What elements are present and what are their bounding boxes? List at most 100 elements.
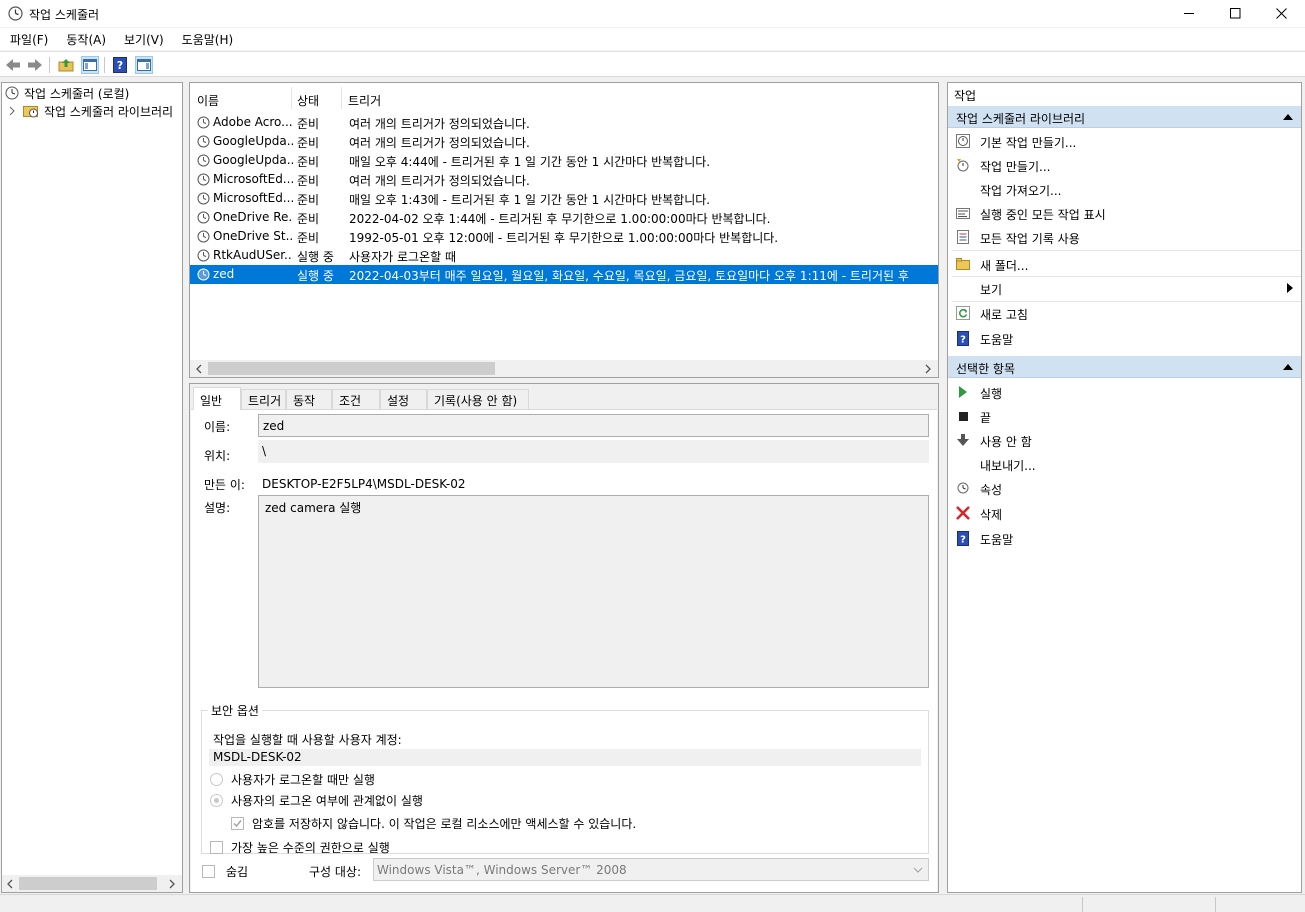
action-label: 작업 가져오기... <box>980 184 1062 198</box>
svg-text:?: ? <box>117 59 123 72</box>
forward-button[interactable] <box>26 56 44 74</box>
column-header-name[interactable]: 이름 <box>197 92 219 109</box>
action-end[interactable]: 끝 <box>948 404 1301 428</box>
task-row[interactable]: MicrosoftEd... 준비 매일 오후 1:43에 - 트리거된 후 1 일… <box>190 189 938 208</box>
configure-for-select[interactable]: Windows Vista™, Windows Server™ 2008 <box>373 858 929 881</box>
action-refresh[interactable]: 새로 고침 <box>948 301 1301 325</box>
chevron-right-icon[interactable] <box>8 106 16 116</box>
action-display-running-tasks[interactable]: 실행 중인 모든 작업 표시 <box>948 201 1301 225</box>
up-one-level-button[interactable] <box>57 56 75 74</box>
checkbox-no-password[interactable] <box>231 817 244 830</box>
menu-action[interactable]: 동작(A) <box>58 31 114 48</box>
task-row[interactable]: Adobe Acro... 준비 여러 개의 트리거가 정의되었습니다. <box>190 113 938 132</box>
menu-help[interactable]: 도움말(H) <box>174 31 242 48</box>
checkbox-no-password-label[interactable]: 암호를 저장하지 않습니다. 이 작업은 로컬 리소스에만 액세스할 수 있습니… <box>252 815 636 832</box>
help-icon: ? <box>956 530 970 546</box>
collapse-arrow-icon[interactable] <box>1283 364 1293 370</box>
disable-icon <box>956 433 970 447</box>
task-trigger-cell: 여러 개의 트리거가 정의되었습니다. <box>349 136 530 150</box>
action-label: 사용 안 함 <box>980 435 1032 449</box>
action-label: 끝 <box>980 411 992 425</box>
column-header-trigger[interactable]: 트리거 <box>348 92 381 109</box>
task-list-horizontal-scrollbar[interactable] <box>190 360 938 377</box>
task-trigger-cell: 사용자가 로그온할 때 <box>349 250 456 264</box>
action-import-task[interactable]: 작업 가져오기... <box>948 177 1301 201</box>
task-clock-icon <box>197 249 210 262</box>
action-create-basic-task[interactable]: 기본 작업 만들기... <box>948 129 1301 153</box>
action-properties[interactable]: 속성 <box>948 476 1301 500</box>
detail-tabs: 일반 트리거 동작 조건 설정 기록(사용 안 함) <box>190 387 938 410</box>
task-row[interactable]: GoogleUpda... 준비 여러 개의 트리거가 정의되었습니다. <box>190 132 938 151</box>
task-row[interactable]: MicrosoftEd... 준비 여러 개의 트리거가 정의되었습니다. <box>190 170 938 189</box>
action-group-selected-item[interactable]: 선택한 항목 <box>948 356 1301 378</box>
action-separator <box>952 250 1301 251</box>
task-clock-icon <box>197 211 210 224</box>
minimize-icon <box>1183 13 1194 14</box>
task-row[interactable]: OneDrive Re... 준비 2022-04-02 오후 1:44에 - 트리… <box>190 208 938 227</box>
security-options-group: 보안 옵션 작업을 실행할 때 사용할 사용자 계정: MSDL-DESK-02… <box>201 702 929 856</box>
checkbox-highest-privileges-label[interactable]: 가장 높은 수준의 권한으로 실행 <box>231 839 390 856</box>
task-row[interactable]: RtkAudUSer... 실행 중 사용자가 로그온할 때 <box>190 246 938 265</box>
menu-view[interactable]: 보기(V) <box>116 31 172 48</box>
tab-general[interactable]: 일반 <box>193 387 241 410</box>
radio-whether-logged[interactable] <box>210 794 223 807</box>
task-row[interactable]: GoogleUpda... 준비 매일 오후 4:44에 - 트리거된 후 1 일 … <box>190 151 938 170</box>
radio-whether-logged-label[interactable]: 사용자의 로그온 여부에 관계없이 실행 <box>231 792 423 809</box>
radio-logon-only-label[interactable]: 사용자가 로그온할 때만 실행 <box>231 771 375 788</box>
checkbox-highest-privileges[interactable] <box>210 841 223 854</box>
name-field[interactable]: zed <box>258 414 929 437</box>
task-row[interactable]: zed 실행 중 2022-04-03부터 매주 일요일, 월요일, 화요일, 수요… <box>190 265 938 284</box>
action-export[interactable]: 내보내기... <box>948 452 1301 476</box>
action-group-library[interactable]: 작업 스케줄러 라이브러리 <box>948 106 1301 128</box>
maximize-button[interactable] <box>1212 0 1258 27</box>
scroll-right-icon[interactable] <box>168 879 176 889</box>
help-button[interactable]: ? <box>111 56 129 74</box>
minimize-button[interactable] <box>1166 0 1212 27</box>
menu-bar: 파일(F) 동작(A) 보기(V) 도움말(H) <box>0 28 1305 50</box>
toolbar-separator <box>104 57 105 73</box>
show-hide-action-pane-button[interactable] <box>135 56 153 74</box>
action-enable-all-history[interactable]: 모든 작업 기록 사용 <box>948 225 1301 249</box>
tree-horizontal-scrollbar[interactable] <box>2 875 182 892</box>
action-delete[interactable]: 삭제 <box>948 501 1301 525</box>
checkbox-hidden[interactable] <box>202 865 215 878</box>
back-button[interactable] <box>4 56 22 74</box>
tree-scroll-thumb[interactable] <box>19 877 157 890</box>
actions-pane-title: 작업 <box>954 89 977 103</box>
tab-history[interactable]: 기록(사용 안 함) <box>427 389 529 409</box>
scroll-left-icon[interactable] <box>195 364 203 374</box>
tree-node-library[interactable]: 작업 스케줄러 라이브러리 <box>8 102 173 120</box>
show-hide-console-tree-button[interactable] <box>81 56 99 74</box>
checkbox-hidden-label[interactable]: 숨김 <box>226 863 248 880</box>
action-run[interactable]: 실행 <box>948 380 1301 404</box>
menu-file[interactable]: 파일(F) <box>2 31 56 48</box>
task-clock-icon <box>197 116 210 129</box>
action-help-library[interactable]: ? 도움말 <box>948 326 1301 350</box>
tab-triggers[interactable]: 트리거 <box>241 389 286 409</box>
task-list-scroll-thumb[interactable] <box>208 362 495 375</box>
collapse-arrow-icon[interactable] <box>1283 114 1293 120</box>
submenu-arrow-icon <box>1287 283 1293 293</box>
tab-settings[interactable]: 설정 <box>380 389 427 409</box>
close-button[interactable] <box>1258 0 1304 27</box>
action-view[interactable]: 보기 <box>948 276 1301 300</box>
author-value: DESKTOP-E2F5LP4\MSDL-DESK-02 <box>262 477 466 491</box>
column-header-status[interactable]: 상태 <box>297 92 319 109</box>
action-disable[interactable]: 사용 안 함 <box>948 428 1301 452</box>
action-new-folder[interactable]: 새 폴더... <box>948 252 1301 276</box>
tab-conditions[interactable]: 조건 <box>332 389 380 409</box>
scroll-left-icon[interactable] <box>6 879 14 889</box>
action-help-selected[interactable]: ? 도움말 <box>948 526 1301 550</box>
scroll-right-icon[interactable] <box>924 364 932 374</box>
tree-node-root[interactable]: 작업 스케줄러 (로컬) <box>5 84 129 102</box>
task-name-cell: OneDrive St... <box>213 229 293 243</box>
tab-actions[interactable]: 동작 <box>286 389 332 409</box>
description-field[interactable]: zed camera 실행 <box>258 495 929 688</box>
task-status-cell: 준비 <box>297 155 320 169</box>
radio-logon-only[interactable] <box>210 773 223 786</box>
action-create-task[interactable]: 작업 만들기... <box>948 153 1301 177</box>
column-divider[interactable] <box>341 87 342 109</box>
column-divider[interactable] <box>291 87 292 109</box>
task-row[interactable]: OneDrive St... 준비 1992-05-01 오후 12:00에 - 트… <box>190 227 938 246</box>
task-clock-icon <box>197 154 210 167</box>
